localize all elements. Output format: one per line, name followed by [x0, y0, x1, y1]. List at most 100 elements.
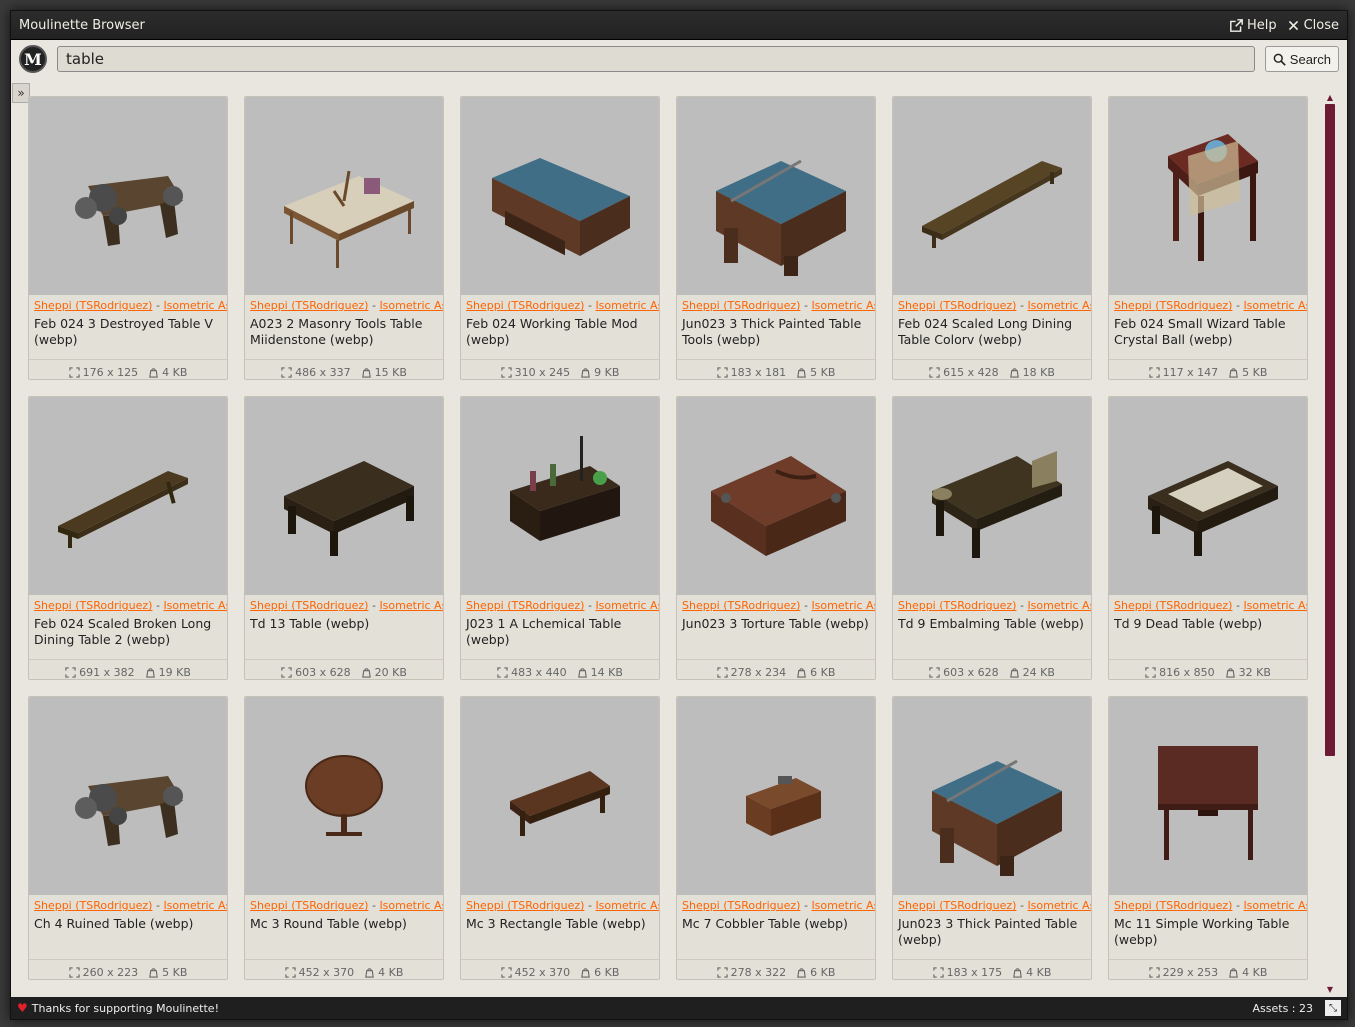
creator-link[interactable]: Sheppi (TSRodriguez) — [250, 899, 368, 912]
asset-thumbnail[interactable] — [1109, 697, 1307, 895]
asset-thumbnail[interactable] — [245, 97, 443, 295]
pack-link[interactable]: Isometric Ass — [595, 899, 659, 912]
asset-thumbnail[interactable] — [893, 697, 1091, 895]
pack-link[interactable]: Isometric Ass — [595, 599, 659, 612]
close-button[interactable]: Close — [1287, 18, 1339, 33]
table-image-icon — [716, 159, 846, 276]
creator-link[interactable]: Sheppi (TSRodriguez) — [1114, 599, 1232, 612]
pack-link[interactable]: Isometric Ass — [595, 299, 659, 312]
asset-thumbnail[interactable] — [461, 697, 659, 895]
asset-meta: 483 x 440 14 KB — [461, 659, 659, 679]
pack-link[interactable]: Isometric Ass — [379, 899, 443, 912]
asset-card[interactable]: Sheppi (TSRodriguez) - Isometric Ass Mc 1… — [1108, 696, 1308, 980]
asset-card[interactable]: Sheppi (TSRodriguez) - Isometric Ass Td 1… — [244, 396, 444, 680]
asset-card[interactable]: Sheppi (TSRodriguez) - Isometric Ass Jun0… — [892, 696, 1092, 980]
creator-link[interactable]: Sheppi (TSRodriguez) — [682, 899, 800, 912]
creator-link[interactable]: Sheppi (TSRodriguez) — [898, 899, 1016, 912]
scrollbar-thumb[interactable] — [1325, 104, 1335, 756]
asset-card[interactable]: Sheppi (TSRodriguez) - Isometric Ass Td 9… — [892, 396, 1092, 680]
asset-thumbnail[interactable] — [245, 697, 443, 895]
pack-link[interactable]: Isometric Ass — [811, 599, 875, 612]
search-input[interactable] — [57, 46, 1255, 72]
filesize-value: 4 KB — [162, 366, 188, 379]
creator-link[interactable]: Sheppi (TSRodriguez) — [466, 299, 584, 312]
asset-card[interactable]: Sheppi (TSRodriguez) - Isometric Ass Jun0… — [676, 96, 876, 380]
pack-link[interactable]: Isometric Ass — [163, 899, 227, 912]
asset-name: Feb 024 Working Table Mod (webp) — [466, 316, 638, 347]
asset-thumbnail[interactable] — [677, 97, 875, 295]
pack-link[interactable]: Isometric Ass — [811, 899, 875, 912]
creator-link[interactable]: Sheppi (TSRodriguez) — [34, 599, 152, 612]
help-button[interactable]: Help — [1230, 18, 1277, 33]
creator-link[interactable]: Sheppi (TSRodriguez) — [898, 599, 1016, 612]
asset-thumbnail[interactable] — [893, 97, 1091, 295]
pack-link[interactable]: Isometric Ass — [379, 599, 443, 612]
asset-card[interactable]: Sheppi (TSRodriguez) - Isometric Ass Feb … — [1108, 96, 1308, 380]
asset-card[interactable]: Sheppi (TSRodriguez) - Isometric Ass Mc 7… — [676, 696, 876, 980]
creator-link[interactable]: Sheppi (TSRodriguez) — [1114, 299, 1232, 312]
creator-link[interactable]: Sheppi (TSRodriguez) — [682, 599, 800, 612]
asset-thumbnail[interactable] — [29, 397, 227, 595]
pack-link[interactable]: Isometric Ass — [379, 299, 443, 312]
pack-link[interactable]: Isometric Ass — [1243, 599, 1307, 612]
scrollbar[interactable]: ▲ ▼ — [1325, 94, 1335, 994]
scroll-down-arrow[interactable]: ▼ — [1325, 986, 1335, 994]
filesize-value: 5 KB — [810, 366, 836, 379]
scroll-up-arrow[interactable]: ▲ — [1325, 94, 1335, 102]
asset-thumbnail[interactable] — [245, 397, 443, 595]
dimensions-value: 183 x 181 — [730, 366, 787, 379]
asset-meta: 310 x 245 9 KB — [461, 359, 659, 379]
asset-name: J023 1 A Lchemical Table (webp) — [466, 616, 622, 647]
creator-link[interactable]: Sheppi (TSRodriguez) — [466, 599, 584, 612]
pack-link[interactable]: Isometric Ass — [1243, 899, 1307, 912]
link-separator: - — [584, 299, 596, 312]
asset-thumbnail[interactable] — [29, 697, 227, 895]
asset-card[interactable]: Sheppi (TSRodriguez) - Isometric Ass Feb … — [460, 96, 660, 380]
creator-link[interactable]: Sheppi (TSRodriguez) — [1114, 899, 1232, 912]
pack-link[interactable]: Isometric Ass — [163, 299, 227, 312]
search-button[interactable]: Search — [1264, 46, 1339, 72]
pack-link[interactable]: Isometric Ass — [1243, 299, 1307, 312]
creator-link[interactable]: Sheppi (TSRodriguez) — [466, 899, 584, 912]
asset-meta: 452 x 370 6 KB — [461, 959, 659, 979]
asset-card[interactable]: Sheppi (TSRodriguez) - Isometric Ass J023… — [460, 396, 660, 680]
creator-link[interactable]: Sheppi (TSRodriguez) — [250, 599, 368, 612]
pack-link[interactable]: Isometric Ass — [1027, 899, 1091, 912]
creator-link[interactable]: Sheppi (TSRodriguez) — [250, 299, 368, 312]
asset-name: Td 9 Dead Table (webp) — [1114, 616, 1263, 631]
asset-name: Ch 4 Ruined Table (webp) — [34, 916, 194, 931]
filesize-value: 14 KB — [590, 666, 623, 679]
asset-source-links: Sheppi (TSRodriguez) - Isometric Ass — [677, 595, 875, 613]
creator-link[interactable]: Sheppi (TSRodriguez) — [898, 299, 1016, 312]
creator-link[interactable]: Sheppi (TSRodriguez) — [682, 299, 800, 312]
asset-thumbnail[interactable] — [461, 97, 659, 295]
asset-thumbnail[interactable] — [1109, 97, 1307, 295]
asset-thumbnail[interactable] — [1109, 397, 1307, 595]
resize-handle-icon[interactable]: ⤡ — [1325, 1000, 1341, 1016]
creator-link[interactable]: Sheppi (TSRodriguez) — [34, 299, 152, 312]
asset-thumbnail[interactable] — [29, 97, 227, 295]
asset-thumbnail[interactable] — [677, 697, 875, 895]
asset-filesize: 20 KB — [361, 666, 407, 679]
asset-card[interactable]: Sheppi (TSRodriguez) - Isometric Ass Td 9… — [1108, 396, 1308, 680]
creator-link[interactable]: Sheppi (TSRodriguez) — [34, 899, 152, 912]
asset-thumbnail[interactable] — [677, 397, 875, 595]
asset-dimensions: 117 x 147 — [1148, 366, 1218, 379]
asset-card[interactable]: Sheppi (TSRodriguez) - Isometric Ass Feb … — [28, 396, 228, 680]
asset-name: Feb 024 Scaled Long Dining Table Colorv … — [898, 316, 1073, 347]
pack-link[interactable]: Isometric Ass — [163, 599, 227, 612]
asset-card[interactable]: Sheppi (TSRodriguez) - Isometric Ass Mc 3… — [460, 696, 660, 980]
asset-card[interactable]: Sheppi (TSRodriguez) - Isometric Ass Ch 4… — [28, 696, 228, 980]
asset-thumbnail[interactable] — [461, 397, 659, 595]
pack-link[interactable]: Isometric Ass — [811, 299, 875, 312]
asset-thumbnail[interactable] — [893, 397, 1091, 595]
asset-card[interactable]: Sheppi (TSRodriguez) - Isometric Ass Feb … — [892, 96, 1092, 380]
pack-link[interactable]: Isometric Ass — [1027, 299, 1091, 312]
asset-source-links: Sheppi (TSRodriguez) - Isometric Ass — [29, 595, 227, 613]
asset-card[interactable]: Sheppi (TSRodriguez) - Isometric Ass A023… — [244, 96, 444, 380]
status-bar: ♥ Thanks for supporting Moulinette! Asse… — [11, 997, 1347, 1019]
asset-card[interactable]: Sheppi (TSRodriguez) - Isometric Ass Mc 3… — [244, 696, 444, 980]
asset-card[interactable]: Sheppi (TSRodriguez) - Isometric Ass Feb … — [28, 96, 228, 380]
asset-card[interactable]: Sheppi (TSRodriguez) - Isometric Ass Jun0… — [676, 396, 876, 680]
pack-link[interactable]: Isometric Ass — [1027, 599, 1091, 612]
